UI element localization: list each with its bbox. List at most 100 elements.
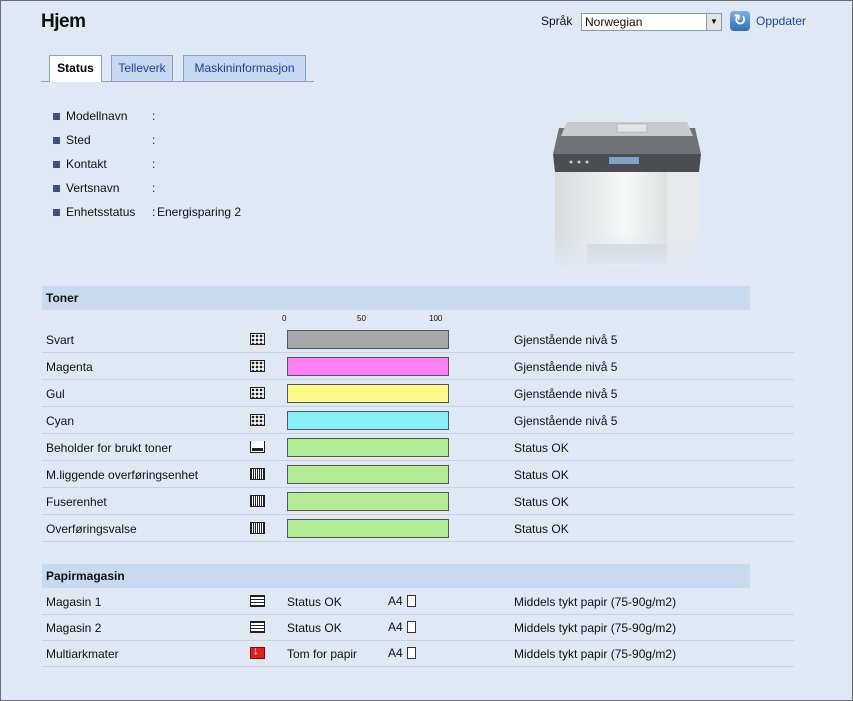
toner-row: Cyan Gjenstående nivå 5: [42, 408, 794, 434]
page-title: Hjem: [41, 11, 86, 32]
tab-bar: Status Telleverk Maskininformasjon: [41, 55, 314, 82]
bullet-icon: [53, 137, 60, 144]
scale-label: 0: [282, 314, 287, 323]
toner-level-bar: [287, 384, 449, 403]
toner-level-bar: [287, 465, 449, 484]
paper-size-label: A4: [388, 594, 403, 608]
toner-level-bar: [287, 357, 449, 376]
scale-label: 100: [429, 314, 443, 323]
toner-status: Status OK: [514, 495, 569, 509]
toner-name: Overføringsvalse: [46, 522, 137, 536]
toner-row: Magenta Gjenstående nivå 5: [42, 354, 794, 380]
paper-sheet-icon: [406, 647, 416, 659]
paper-sheet-icon: [406, 595, 416, 607]
bullet-icon: [53, 209, 60, 216]
toner-name: Svart: [46, 333, 75, 347]
info-colon: :: [152, 157, 156, 171]
tray-name: Magasin 1: [46, 595, 102, 609]
toner-row: Beholder for brukt toner Status OK: [42, 435, 794, 461]
toner-level-icon: [250, 414, 265, 426]
toner-name: Fuserenhet: [46, 495, 107, 509]
unit-ok-icon: [250, 495, 265, 507]
chevron-down-icon[interactable]: ▼: [706, 14, 721, 30]
toner-level-fill: [288, 358, 448, 375]
toner-level-bar: [287, 438, 449, 457]
toner-name: Cyan: [46, 414, 75, 428]
info-colon: :: [152, 133, 156, 147]
toner-level-icon: [250, 333, 265, 345]
refresh-icon[interactable]: ↻: [730, 11, 750, 31]
toner-row: Gul Gjenstående nivå 5: [42, 381, 794, 407]
toner-row: Fuserenhet Status OK: [42, 489, 794, 515]
toner-level-fill: [288, 331, 448, 348]
tab-telleverk[interactable]: Telleverk: [111, 55, 173, 81]
toner-row: Overføringsvalse Status OK: [42, 516, 794, 542]
info-colon: :: [152, 205, 156, 219]
info-label: Enhetsstatus: [66, 205, 136, 219]
tray-name: Multiarkmater: [46, 647, 119, 661]
paper-size-label: A4: [388, 646, 403, 660]
info-label: Vertsnavn: [66, 181, 120, 195]
toner-status: Status OK: [514, 468, 569, 482]
bullet-icon: [53, 161, 60, 168]
toner-level-fill: [288, 466, 448, 483]
toner-section-header: Toner: [42, 286, 750, 310]
toner-status: Gjenstående nivå 5: [514, 333, 618, 347]
toner-status: Gjenstående nivå 5: [514, 414, 618, 428]
tab-maskininformasjon[interactable]: Maskininformasjon: [183, 55, 306, 81]
toner-level-fill: [288, 520, 448, 537]
info-colon: :: [152, 181, 156, 195]
toner-level-icon: [250, 387, 265, 399]
paper-tray-row: Multiarkmater Tom for papir A4 Middels tykt…: [42, 641, 794, 667]
tray-name: Magasin 2: [46, 621, 102, 635]
info-label: Kontakt: [66, 157, 107, 171]
toner-status: Status OK: [514, 522, 569, 536]
toner-row: M.liggende overføringsenhet Status OK: [42, 462, 794, 488]
paper-type: Middels tykt papir (75-90g/m2): [514, 595, 677, 609]
info-value: Energisparing 2: [157, 205, 242, 219]
info-colon: :: [152, 109, 156, 123]
toner-name: Beholder for brukt toner: [46, 441, 173, 455]
toner-name: Magenta: [46, 360, 93, 374]
toner-level-bar: [287, 519, 449, 538]
toner-row: Svart Gjenstående nivå 5: [42, 327, 794, 353]
language-label: Språk: [541, 14, 573, 28]
paper-size-label: A4: [388, 620, 403, 634]
bullet-icon: [53, 185, 60, 192]
paper-size: A4: [388, 620, 416, 634]
tray-status: Status OK: [287, 621, 342, 635]
unit-ok-icon: [250, 522, 265, 534]
toner-level-fill: [288, 385, 448, 402]
scale-label: 50: [357, 314, 366, 323]
toner-status: Gjenstående nivå 5: [514, 360, 618, 374]
language-select-value: Norwegian: [585, 15, 643, 29]
info-label: Modellnavn: [66, 109, 128, 123]
paper-tray-icon: [250, 595, 265, 607]
paper-sheet-icon: [406, 621, 416, 633]
language-select[interactable]: Norwegian ▼: [581, 13, 722, 31]
paper-type: Middels tykt papir (75-90g/m2): [514, 621, 677, 635]
paper-empty-icon: [250, 647, 265, 659]
bullet-icon: [53, 113, 60, 120]
tray-status: Tom for papir: [287, 647, 358, 661]
waste-toner-icon: [250, 441, 265, 453]
paper-size: A4: [388, 646, 416, 660]
paper-type: Middels tykt papir (75-90g/m2): [514, 647, 677, 661]
toner-level-bar: [287, 411, 449, 430]
toner-status: Gjenstående nivå 5: [514, 387, 618, 401]
toner-level-fill: [288, 412, 448, 429]
paper-section-header: Papirmagasin: [42, 564, 750, 588]
tab-status[interactable]: Status: [49, 55, 102, 82]
tray-status: Status OK: [287, 595, 342, 609]
toner-status: Status OK: [514, 441, 569, 455]
toner-level-bar: [287, 492, 449, 511]
toner-name: Gul: [46, 387, 65, 401]
toner-name: M.liggende overføringsenhet: [46, 468, 199, 482]
toner-level-icon: [250, 360, 265, 372]
paper-size: A4: [388, 594, 416, 608]
refresh-link[interactable]: Oppdater: [756, 14, 806, 28]
toner-level-bar: [287, 330, 449, 349]
unit-ok-icon: [250, 468, 265, 480]
toner-level-fill: [288, 493, 448, 510]
paper-tray-row: Magasin 2 Status OK A4 Middels tykt papir (…: [42, 615, 794, 641]
